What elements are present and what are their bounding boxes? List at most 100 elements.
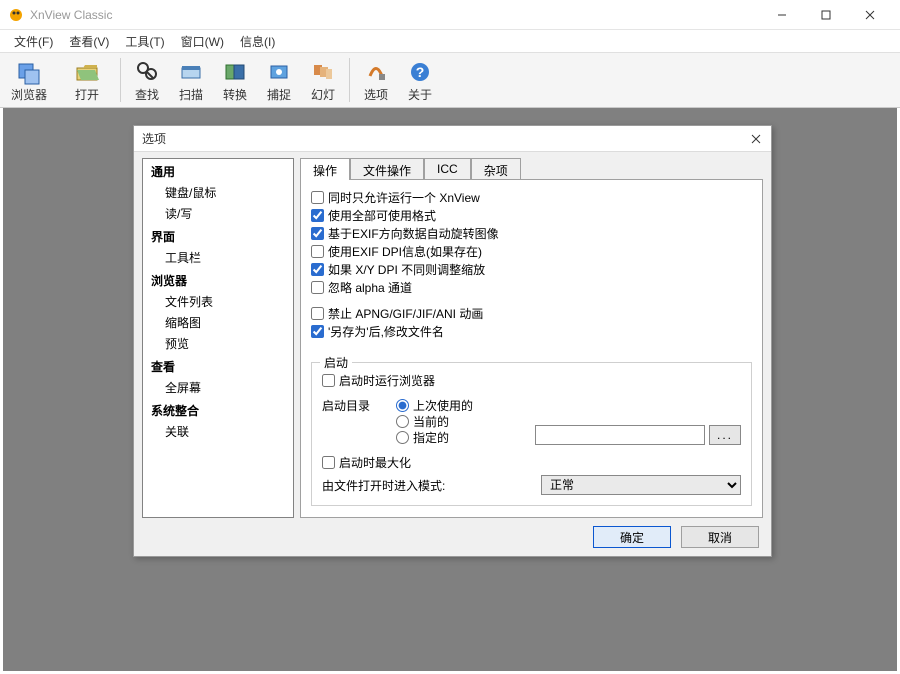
options-dialog: 选项 通用键盘/鼠标读/写界面工具栏浏览器文件列表缩略图预览查看全屏幕系统整合关… bbox=[133, 125, 772, 557]
minimize-button[interactable] bbox=[760, 0, 804, 30]
radio-上次使用的[interactable] bbox=[396, 399, 409, 412]
startup-maximize-label: 启动时最大化 bbox=[339, 454, 411, 471]
tree-node-系统整合[interactable]: 系统整合 bbox=[143, 398, 293, 421]
checkbox-同时只允许运行一个 XnView[interactable] bbox=[311, 191, 324, 204]
toolbar-separator bbox=[349, 58, 350, 102]
open-mode-select[interactable]: 正常 bbox=[541, 475, 741, 495]
startup-dir-input[interactable] bbox=[535, 425, 705, 445]
close-button[interactable] bbox=[848, 0, 892, 30]
menu-工具(T)[interactable]: 工具(T) bbox=[117, 31, 172, 52]
checkbox-label: 使用全部可使用格式 bbox=[328, 207, 436, 224]
svg-text:?: ? bbox=[416, 64, 425, 80]
toolbar-separator bbox=[120, 58, 121, 102]
checkbox-'另存为'后,修改文件名[interactable] bbox=[311, 325, 324, 338]
toolbar-label: 选项 bbox=[364, 86, 388, 103]
toolbar-label: 浏览器 bbox=[11, 86, 47, 103]
category-tree[interactable]: 通用键盘/鼠标读/写界面工具栏浏览器文件列表缩略图预览查看全屏幕系统整合关联 bbox=[142, 158, 294, 518]
tree-node-关联[interactable]: 关联 bbox=[143, 421, 293, 442]
titlebar: XnView Classic bbox=[0, 0, 900, 30]
toolbar-label: 转换 bbox=[223, 86, 247, 103]
maximize-button[interactable] bbox=[804, 0, 848, 30]
dialog-title: 选项 bbox=[134, 126, 771, 152]
menu-窗口(W)[interactable]: 窗口(W) bbox=[173, 31, 232, 52]
checkbox-label: 使用EXIF DPI信息(如果存在) bbox=[328, 243, 482, 260]
checkbox-如果 X/Y DPI 不同则调整缩放[interactable] bbox=[311, 263, 324, 276]
tab-杂项[interactable]: 杂项 bbox=[471, 158, 521, 180]
open-mode-label: 由文件打开时进入模式: bbox=[322, 477, 445, 494]
toolbar-打开[interactable]: 打开 bbox=[58, 53, 116, 107]
checkbox-忽略 alpha 通道[interactable] bbox=[311, 281, 324, 294]
tree-node-查看[interactable]: 查看 bbox=[143, 354, 293, 377]
toolbar-label: 扫描 bbox=[179, 86, 203, 103]
toolbar-幻灯[interactable]: 幻灯 bbox=[301, 53, 345, 107]
tree-node-读/写[interactable]: 读/写 bbox=[143, 203, 293, 224]
toolbar: 浏览器 打开 查找 扫描 转换 捕捉幻灯选项? 关于 bbox=[0, 52, 900, 108]
toolbar-label: 捕捉 bbox=[267, 86, 291, 103]
app-icon bbox=[8, 7, 24, 23]
tree-node-浏览器[interactable]: 浏览器 bbox=[143, 268, 293, 291]
checkbox-禁止 APNG/GIF/JIF/ANI 动画[interactable] bbox=[311, 307, 324, 320]
tree-node-通用[interactable]: 通用 bbox=[143, 159, 293, 182]
toolbar-label: 打开 bbox=[75, 86, 99, 103]
dialog-tabs: 操作文件操作ICC杂项 bbox=[300, 158, 763, 180]
checkbox-label: 基于EXIF方向数据自动旋转图像 bbox=[328, 225, 499, 242]
dialog-close-icon[interactable] bbox=[747, 130, 765, 148]
转换-icon bbox=[221, 58, 249, 86]
tree-node-全屏幕[interactable]: 全屏幕 bbox=[143, 377, 293, 398]
打开-icon bbox=[73, 58, 101, 86]
查找-icon bbox=[133, 58, 161, 86]
dialog-title-text: 选项 bbox=[142, 130, 166, 147]
menu-文件(F)[interactable]: 文件(F) bbox=[6, 31, 61, 52]
tree-node-缩略图[interactable]: 缩略图 bbox=[143, 312, 293, 333]
radio-label: 指定的 bbox=[413, 429, 449, 446]
tab-文件操作[interactable]: 文件操作 bbox=[350, 158, 424, 180]
toolbar-选项[interactable]: 选项 bbox=[354, 53, 398, 107]
toolbar-捕捉[interactable]: 捕捉 bbox=[257, 53, 301, 107]
tree-node-工具栏[interactable]: 工具栏 bbox=[143, 247, 293, 268]
cancel-button[interactable]: 取消 bbox=[681, 526, 759, 548]
ok-button[interactable]: 确定 bbox=[593, 526, 671, 548]
menu-信息(I)[interactable]: 信息(I) bbox=[232, 31, 283, 52]
checkbox-label: '另存为'后,修改文件名 bbox=[328, 323, 444, 340]
tree-node-预览[interactable]: 预览 bbox=[143, 333, 293, 354]
tree-node-界面[interactable]: 界面 bbox=[143, 224, 293, 247]
toolbar-关于[interactable]: ? 关于 bbox=[398, 53, 442, 107]
radio-指定的[interactable] bbox=[396, 431, 409, 444]
幻灯-icon bbox=[309, 58, 337, 86]
checkbox-基于EXIF方向数据自动旋转图像[interactable] bbox=[311, 227, 324, 240]
startup-legend: 启动 bbox=[320, 354, 352, 371]
toolbar-查找[interactable]: 查找 bbox=[125, 53, 169, 107]
tree-node-键盘/鼠标[interactable]: 键盘/鼠标 bbox=[143, 182, 293, 203]
toolbar-label: 关于 bbox=[408, 86, 432, 103]
menu-查看(V)[interactable]: 查看(V) bbox=[61, 31, 117, 52]
toolbar-扫描[interactable]: 扫描 bbox=[169, 53, 213, 107]
startup-dir-label: 启动目录 bbox=[322, 397, 392, 414]
radio-label: 当前的 bbox=[413, 413, 449, 430]
window-title: XnView Classic bbox=[30, 8, 760, 22]
选项-icon bbox=[362, 58, 390, 86]
radio-当前的[interactable] bbox=[396, 415, 409, 428]
startup-run-browser-label: 启动时运行浏览器 bbox=[339, 372, 435, 389]
checkbox-使用全部可使用格式[interactable] bbox=[311, 209, 324, 222]
扫描-icon bbox=[177, 58, 205, 86]
checkbox-使用EXIF DPI信息(如果存在)[interactable] bbox=[311, 245, 324, 258]
menubar: 文件(F)查看(V)工具(T)窗口(W)信息(I) bbox=[0, 30, 900, 52]
checkbox-label: 禁止 APNG/GIF/JIF/ANI 动画 bbox=[328, 305, 483, 322]
browse-button[interactable]: ... bbox=[709, 425, 741, 445]
radio-label: 上次使用的 bbox=[413, 397, 473, 414]
toolbar-浏览器[interactable]: 浏览器 bbox=[0, 53, 58, 107]
tab-content: 同时只允许运行一个 XnView使用全部可使用格式基于EXIF方向数据自动旋转图… bbox=[300, 179, 763, 518]
tab-操作[interactable]: 操作 bbox=[300, 158, 350, 180]
startup-run-browser-checkbox[interactable] bbox=[322, 374, 335, 387]
checkbox-label: 同时只允许运行一个 XnView bbox=[328, 189, 480, 206]
toolbar-转换[interactable]: 转换 bbox=[213, 53, 257, 107]
startup-maximize-checkbox[interactable] bbox=[322, 456, 335, 469]
toolbar-label: 查找 bbox=[135, 86, 159, 103]
浏览器-icon bbox=[15, 58, 43, 86]
tree-node-文件列表[interactable]: 文件列表 bbox=[143, 291, 293, 312]
checkbox-label: 如果 X/Y DPI 不同则调整缩放 bbox=[328, 261, 485, 278]
关于-icon: ? bbox=[406, 58, 434, 86]
tab-ICC[interactable]: ICC bbox=[424, 158, 471, 180]
startup-fieldset: 启动 启动时运行浏览器 启动目录 上次使用的当前的指定的 ... bbox=[311, 362, 752, 506]
checkbox-label: 忽略 alpha 通道 bbox=[328, 279, 412, 296]
